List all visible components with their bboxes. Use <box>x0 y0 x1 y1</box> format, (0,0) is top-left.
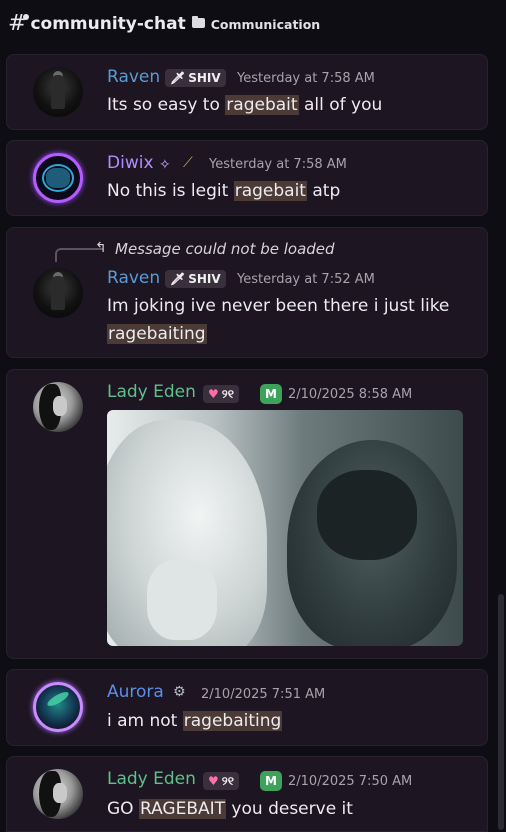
feather-icon: ⟋ <box>183 155 193 171</box>
folder-icon <box>191 16 205 28</box>
username[interactable]: Raven <box>107 67 160 87</box>
username[interactable]: Diwix <box>107 153 154 173</box>
username[interactable]: Aurora <box>107 682 164 702</box>
guild-badge[interactable]: M <box>260 771 282 791</box>
meme-image[interactable] <box>107 410 463 646</box>
message-text: GO RAGEBAIT you deserve it <box>107 799 353 819</box>
heart-icon: ♥ <box>208 774 219 788</box>
avatar[interactable] <box>33 682 83 732</box>
sparkle-icon: ✧ <box>159 157 171 173</box>
highlight: ragebait <box>233 181 307 201</box>
message-text: Im joking ive never been there i just li… <box>107 296 450 344</box>
username[interactable]: Lady Eden <box>107 382 196 402</box>
message-item[interactable]: ↰ Message could not be loaded Raven 🗡 SHI… <box>6 227 488 358</box>
timestamp[interactable]: 2/10/2025 8:58 AM <box>288 387 412 402</box>
user-tag-badge[interactable]: 🗡 SHIV <box>165 69 226 87</box>
message-item[interactable]: Diwix ✧ ⟋ Yesterday at 7:58 AM No this i… <box>6 140 488 216</box>
scrollbar[interactable] <box>498 594 504 830</box>
message-text: Its so easy to ragebait all of you <box>107 95 383 115</box>
user-tag-badge[interactable]: ♥ ୨୧ <box>203 385 239 403</box>
highlight: ragebaiting <box>107 324 207 344</box>
reply-preview[interactable]: Message could not be loaded <box>115 240 335 258</box>
message-text: No this is legit ragebait atp <box>107 181 341 201</box>
username[interactable]: Lady Eden <box>107 769 196 789</box>
avatar[interactable] <box>33 382 83 432</box>
channel-name[interactable]: community-chat <box>30 14 185 34</box>
timestamp[interactable]: 2/10/2025 7:50 AM <box>288 774 412 789</box>
gear-icon: ⚙ <box>173 684 186 700</box>
timestamp[interactable]: Yesterday at 7:58 AM <box>237 71 375 86</box>
avatar[interactable] <box>33 769 83 819</box>
channel-hash-icon: # <box>8 13 30 35</box>
message-item[interactable]: Lady Eden ♥ ୨୧ M 2/10/2025 8:58 AM <box>6 369 488 659</box>
message-item[interactable]: Lady Eden ♥ ୨୧ M 2/10/2025 7:50 AM GO RAG… <box>6 756 488 832</box>
user-tag-badge[interactable]: 🗡 SHIV <box>165 270 226 288</box>
guild-badge[interactable]: M <box>260 384 282 404</box>
channel-header: # community-chat Communication <box>0 0 506 48</box>
message-item[interactable]: Aurora ⚙ 2/10/2025 7:51 AM i am not rage… <box>6 669 488 746</box>
timestamp[interactable]: Yesterday at 7:52 AM <box>237 272 375 287</box>
timestamp[interactable]: Yesterday at 7:58 AM <box>209 157 347 172</box>
username[interactable]: Raven <box>107 268 160 288</box>
highlight: RAGEBAIT <box>138 799 227 819</box>
user-tag-badge[interactable]: ♥ ୨୧ <box>203 772 239 790</box>
reply-arrow-icon: ↰ <box>95 240 107 256</box>
message-item[interactable]: Raven 🗡 SHIV Yesterday at 7:58 AM Its so … <box>6 54 488 130</box>
avatar[interactable] <box>33 153 83 203</box>
avatar[interactable] <box>33 67 83 117</box>
timestamp[interactable]: 2/10/2025 7:51 AM <box>201 687 325 702</box>
heart-icon: ♥ <box>208 387 219 401</box>
sword-icon: 🗡 <box>170 272 186 286</box>
channel-category[interactable]: Communication <box>211 17 321 32</box>
message-text: i am not ragebaiting <box>107 711 283 731</box>
highlight: ragebait <box>225 95 299 115</box>
sword-icon: 🗡 <box>170 71 186 85</box>
highlight: ragebaiting <box>182 711 283 731</box>
avatar[interactable] <box>33 268 83 318</box>
